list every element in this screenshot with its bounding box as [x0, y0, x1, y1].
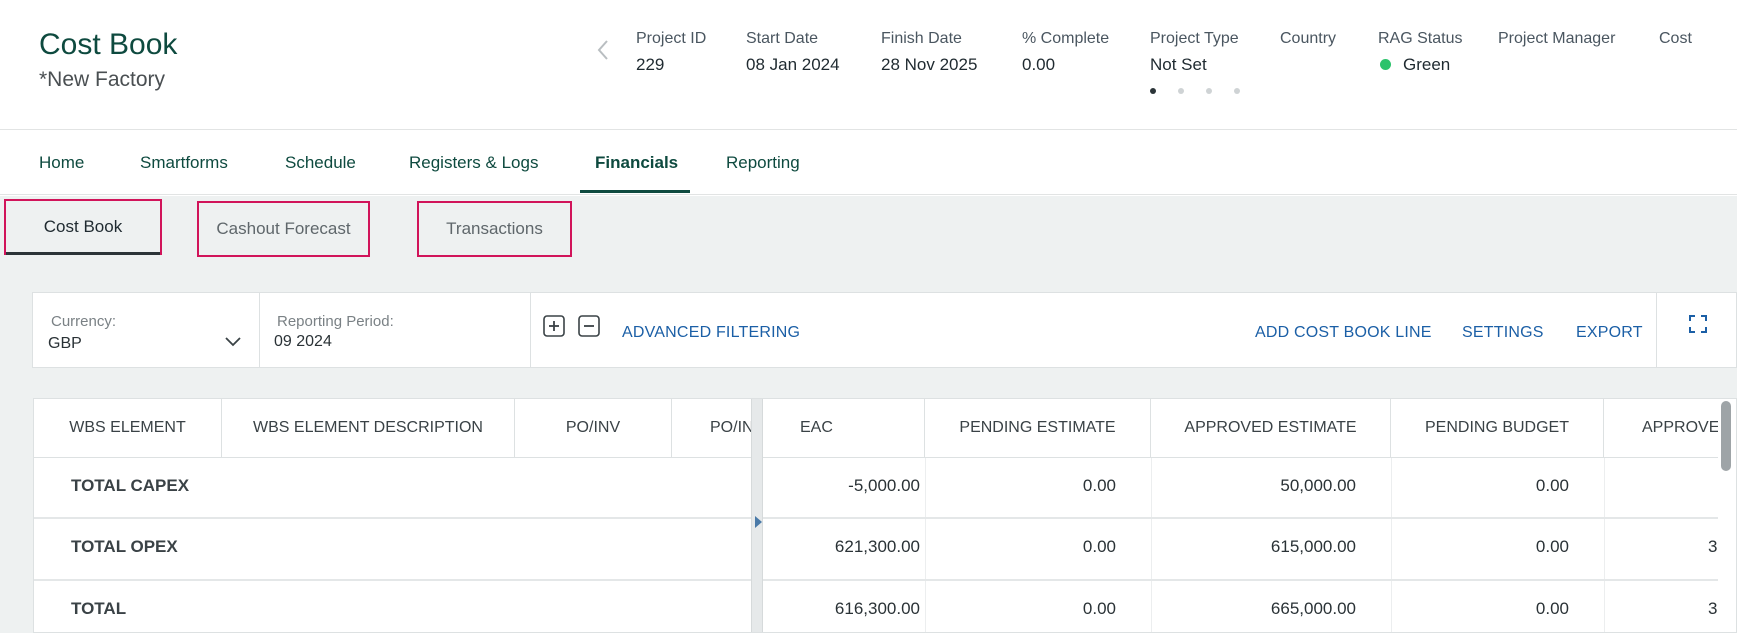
toolbar-divider [530, 293, 531, 367]
meta-label: Project Type [1150, 30, 1239, 47]
chevron-down-icon[interactable] [225, 337, 241, 347]
header-pager [1150, 88, 1240, 94]
subtab-label: Cost Book [43, 217, 123, 236]
cell-approved-estimate: 615,000.00 [1270, 537, 1356, 556]
nav-schedule[interactable]: Schedule [285, 153, 356, 173]
page-title: Cost Book [39, 28, 178, 61]
meta-project-id: Project ID 229 [636, 30, 706, 75]
meta-project-manager: Project Manager [1498, 30, 1615, 55]
project-name: *New Factory [39, 68, 166, 91]
export-button[interactable]: EXPORT [1576, 324, 1643, 342]
toolbar-divider [1656, 293, 1657, 367]
column-header-approved-budget[interactable]: APPROVEI [1604, 399, 1718, 457]
meta-country: Country [1280, 30, 1336, 55]
main-nav: Home Smartforms Schedule Registers & Log… [0, 131, 1737, 195]
meta-value: 28 Nov 2025 [881, 55, 978, 74]
meta-percent-complete: % Complete 0.00 [1022, 30, 1109, 75]
column-divider [1604, 458, 1605, 632]
caret-right-icon[interactable] [755, 516, 762, 528]
currency-value: GBP [48, 335, 82, 352]
cell-approved-estimate: 50,000.00 [1280, 476, 1356, 495]
cell-eac: 616,300.00 [834, 599, 920, 618]
meta-label: Project Manager [1498, 30, 1616, 47]
subtab-cost-book[interactable]: Cost Book [4, 199, 162, 255]
rag-status-dot [1380, 59, 1391, 71]
column-header-po-inv[interactable]: PO/INV [515, 399, 672, 457]
cell-pending-estimate: 0.00 [1082, 476, 1116, 495]
cell-eac: -5,000.00 [848, 476, 920, 495]
column-header-pending-budget[interactable]: PENDING BUDGET [1391, 399, 1604, 457]
header-divider [34, 457, 1736, 458]
column-header-po-inv-2[interactable]: PO/IN [672, 399, 751, 457]
meta-label: RAG Status [1378, 30, 1463, 47]
meta-finish-date: Finish Date 28 Nov 2025 [881, 30, 977, 75]
costbook-toolbar: Currency: GBP Reporting Period: 09 2024 … [32, 292, 1737, 368]
nav-reporting[interactable]: Reporting [726, 153, 800, 173]
subtab-cashout-forecast[interactable]: Cashout Forecast [197, 201, 370, 257]
meta-value: Green [1403, 55, 1451, 74]
subtab-label: Transactions [446, 219, 543, 238]
pager-dot[interactable] [1178, 88, 1184, 94]
column-header-wbs-element[interactable]: WBS ELEMENT [34, 399, 222, 457]
settings-button[interactable]: SETTINGS [1462, 324, 1544, 342]
meta-value: 229 [636, 55, 665, 74]
meta-value: Not Set [1150, 55, 1207, 74]
row-divider [34, 517, 1736, 519]
column-header-eac[interactable]: EAC [763, 399, 925, 457]
pager-dot[interactable] [1234, 88, 1240, 94]
meta-start-date: Start Date 08 Jan 2024 [746, 30, 840, 75]
column-header-approved-estimate[interactable]: APPROVED ESTIMATE [1151, 399, 1391, 457]
cell-pending-estimate: 0.00 [1082, 537, 1116, 556]
nav-financials[interactable]: Financials [595, 153, 678, 173]
subtab-transactions[interactable]: Transactions [417, 201, 572, 257]
cell-pending-estimate: 0.00 [1082, 599, 1116, 618]
meta-label: Country [1280, 30, 1337, 47]
row-name: TOTAL [71, 599, 127, 618]
cell-pending-budget: 0.00 [1535, 599, 1569, 618]
meta-project-type: Project Type Not Set [1150, 30, 1239, 75]
content-area: Cost Book Cashout Forecast Transactions … [0, 196, 1737, 633]
nav-active-indicator [580, 190, 690, 193]
costbook-grid: WBS ELEMENT WBS ELEMENT DESCRIPTION PO/I… [33, 398, 1737, 633]
scrollbar-thumb[interactable] [1721, 401, 1731, 471]
meta-label: Finish Date [881, 30, 962, 47]
toolbar-divider [259, 293, 260, 367]
nav-registers-logs[interactable]: Registers & Logs [409, 153, 538, 173]
meta-value: 0.00 [1022, 55, 1056, 74]
subtab-label: Cashout Forecast [216, 219, 351, 238]
meta-rag-status: RAG Status Green [1378, 30, 1462, 75]
cell-eac: 621,300.00 [834, 537, 920, 556]
row-name: TOTAL OPEX [71, 537, 178, 556]
advanced-filtering-link[interactable]: ADVANCED FILTERING [622, 324, 800, 342]
row-divider [34, 579, 1736, 581]
chevron-left-icon[interactable] [596, 38, 610, 62]
project-header: Cost Book *New Factory Project ID 229 St… [0, 0, 1737, 130]
meta-cost: Cost [1659, 30, 1692, 55]
cell-approved-estimate: 665,000.00 [1270, 599, 1356, 618]
minus-square-icon[interactable] [578, 315, 600, 337]
reporting-period-value: 09 2024 [274, 333, 332, 350]
plus-square-icon[interactable] [543, 315, 565, 337]
nav-home[interactable]: Home [39, 153, 84, 173]
fullscreen-icon[interactable] [1689, 315, 1707, 333]
column-header-wbs-description[interactable]: WBS ELEMENT DESCRIPTION [222, 399, 515, 457]
column-header-pending-estimate[interactable]: PENDING ESTIMATE [925, 399, 1151, 457]
meta-label: Start Date [746, 30, 819, 47]
pager-dot[interactable] [1206, 88, 1212, 94]
reporting-period-label: Reporting Period: [277, 313, 394, 330]
add-cost-book-line-button[interactable]: ADD COST BOOK LINE [1255, 324, 1432, 342]
subtab-active-indicator [6, 252, 160, 255]
row-name: TOTAL CAPEX [71, 476, 190, 495]
cell-pending-budget: 0.00 [1535, 476, 1569, 495]
pager-dot[interactable] [1150, 88, 1156, 94]
meta-label: Cost [1659, 30, 1692, 47]
nav-smartforms[interactable]: Smartforms [140, 153, 228, 173]
meta-value: 08 Jan 2024 [746, 55, 840, 74]
cell-pending-budget: 0.00 [1535, 537, 1569, 556]
meta-label: Project ID [636, 30, 707, 47]
meta-label: % Complete [1022, 30, 1110, 47]
currency-label: Currency: [51, 313, 117, 330]
